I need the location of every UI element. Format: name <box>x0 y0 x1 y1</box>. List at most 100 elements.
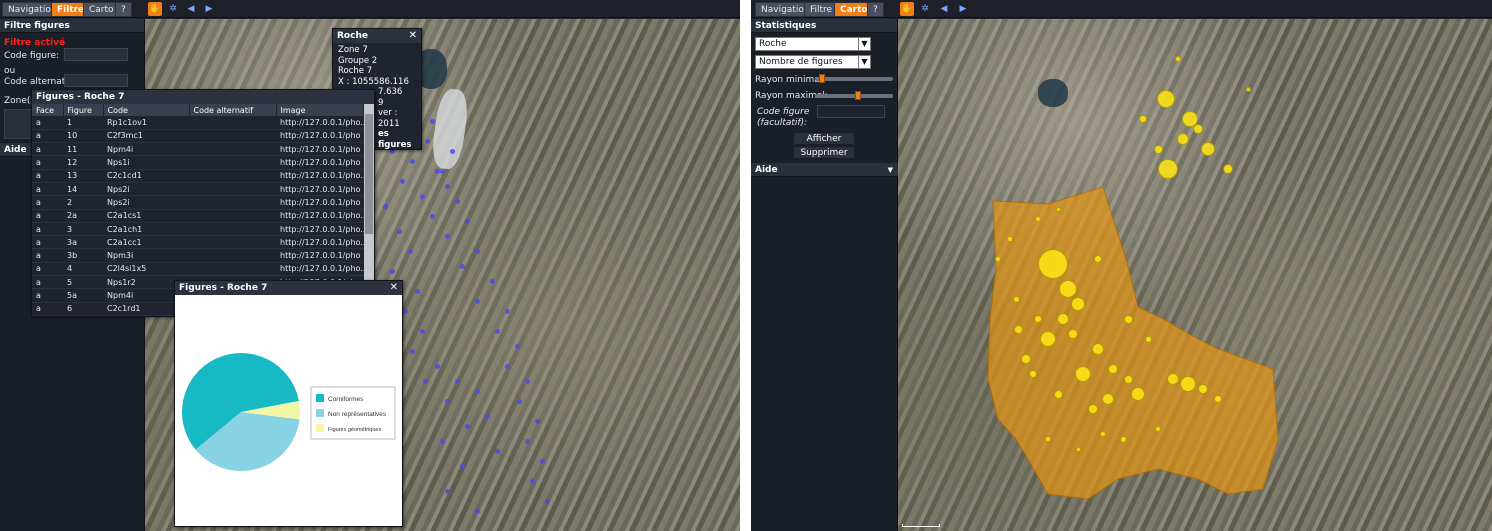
table-row[interactable]: a 2 Nps2i http://127.0.0.1/pho <box>32 195 364 210</box>
table-row[interactable]: a 14 Nps2i http://127.0.0.1/pho <box>32 182 364 197</box>
close-icon[interactable]: ✕ <box>409 29 417 43</box>
proportional-circle[interactable] <box>1198 384 1208 394</box>
col-figure[interactable]: Figure <box>63 104 104 116</box>
map-point[interactable] <box>408 249 413 254</box>
proportional-circle[interactable] <box>1071 297 1085 311</box>
proportional-circle[interactable] <box>1175 56 1181 62</box>
proportional-circle[interactable] <box>1021 354 1031 364</box>
map-point[interactable] <box>475 389 480 394</box>
map-point[interactable] <box>435 364 440 369</box>
map-point[interactable] <box>425 139 430 144</box>
rayon-minimal-slider[interactable] <box>815 74 893 83</box>
map-point[interactable] <box>440 169 445 174</box>
proportional-circle[interactable] <box>1157 90 1175 108</box>
table-row[interactable]: a 12 Nps1i http://127.0.0.1/pho <box>32 155 364 170</box>
slider-handle[interactable] <box>854 91 861 100</box>
proportional-circle[interactable] <box>995 256 1001 262</box>
close-icon[interactable]: ✕ <box>390 281 398 295</box>
map-point[interactable] <box>465 219 470 224</box>
pan-hand-icon[interactable]: ✋ <box>900 2 914 16</box>
map-point[interactable] <box>495 329 500 334</box>
map-point[interactable] <box>475 249 480 254</box>
proportional-circle[interactable] <box>1034 315 1042 323</box>
back-arrow-icon[interactable]: ◀ <box>937 2 951 16</box>
proportional-circle[interactable] <box>1177 133 1189 145</box>
code-alternatif-field[interactable] <box>64 74 128 87</box>
map-point[interactable] <box>485 414 490 419</box>
map-point[interactable] <box>383 204 388 209</box>
proportional-circle[interactable] <box>1012 295 1020 303</box>
gear-icon[interactable]: ✲ <box>166 2 180 16</box>
proportional-circle[interactable] <box>1088 404 1098 414</box>
proportional-circle[interactable] <box>1029 370 1037 378</box>
gear-icon[interactable]: ✲ <box>918 2 932 16</box>
map-point[interactable] <box>475 299 480 304</box>
map-point[interactable] <box>410 159 415 164</box>
map-point[interactable] <box>420 329 425 334</box>
map-point[interactable] <box>440 439 445 444</box>
map-point[interactable] <box>460 264 465 269</box>
map-point[interactable] <box>410 349 415 354</box>
forward-arrow-icon[interactable]: ▶ <box>202 2 216 16</box>
proportional-circle[interactable] <box>1013 324 1023 334</box>
map-point[interactable] <box>515 344 520 349</box>
map-point[interactable] <box>540 459 545 464</box>
statistics-entity-select[interactable]: Roche ▼ <box>755 37 871 51</box>
table-row[interactable]: a 3a C2a1cc1 http://127.0.0.1/pho... <box>32 235 364 250</box>
proportional-circle[interactable] <box>1038 249 1068 279</box>
code-figure-field[interactable] <box>817 105 885 118</box>
proportional-circle[interactable] <box>1201 142 1215 156</box>
map-point[interactable] <box>530 479 535 484</box>
table-row[interactable]: a 3 C2a1ch1 http://127.0.0.1/pho... <box>32 222 364 237</box>
proportional-circle[interactable] <box>1193 124 1203 134</box>
map-point[interactable] <box>430 214 435 219</box>
map-point[interactable] <box>455 379 460 384</box>
map-point[interactable] <box>445 399 450 404</box>
map-point[interactable] <box>390 269 395 274</box>
proportional-circle[interactable] <box>1123 374 1133 384</box>
map-point[interactable] <box>490 279 495 284</box>
proportional-circle[interactable] <box>1092 343 1104 355</box>
map-point[interactable] <box>495 449 500 454</box>
map-point[interactable] <box>420 194 425 199</box>
pan-hand-icon[interactable]: ✋ <box>148 2 162 16</box>
map-point[interactable] <box>400 179 405 184</box>
table-row[interactable]: a 13 C2c1cd1 http://127.0.0.1/pho... <box>32 169 364 183</box>
map-point[interactable] <box>397 229 402 234</box>
map-point[interactable] <box>535 419 540 424</box>
map-point[interactable] <box>430 119 435 124</box>
proportional-circle[interactable] <box>1214 395 1222 403</box>
map-point[interactable] <box>423 379 428 384</box>
tab-filtre[interactable]: Filtre <box>804 2 839 17</box>
col-image[interactable]: Image <box>276 104 364 116</box>
proportional-circle[interactable] <box>1100 431 1106 437</box>
proportional-circle[interactable] <box>1057 313 1069 325</box>
proportional-circle[interactable] <box>1155 426 1161 432</box>
tab-help[interactable]: ? <box>115 2 132 17</box>
map-point[interactable] <box>545 499 550 504</box>
proportional-circle[interactable] <box>1223 164 1233 174</box>
map-point[interactable] <box>403 309 408 314</box>
map-point[interactable] <box>455 199 460 204</box>
map-point[interactable] <box>445 234 450 239</box>
code-figure-field[interactable] <box>64 48 128 61</box>
map-point[interactable] <box>475 509 480 514</box>
proportional-circle[interactable] <box>1068 329 1078 339</box>
map-point[interactable] <box>450 149 455 154</box>
slider-handle[interactable] <box>818 74 825 83</box>
col-code[interactable]: Code <box>103 104 190 116</box>
zone-polygon[interactable] <box>987 186 1279 500</box>
map-view[interactable] <box>898 19 1492 531</box>
map-point[interactable] <box>525 439 530 444</box>
supprimer-button[interactable]: Supprimer <box>793 146 855 159</box>
proportional-circle[interactable] <box>1045 436 1051 442</box>
tab-help[interactable]: ? <box>867 2 884 17</box>
proportional-circle[interactable] <box>1158 159 1178 179</box>
proportional-circle[interactable] <box>1131 387 1145 401</box>
table-row[interactable]: a 11 Npm4i http://127.0.0.1/pho <box>32 142 364 157</box>
proportional-circle[interactable] <box>1059 280 1077 298</box>
table-row[interactable]: a 4 C2l4si1x5 http://127.0.0.1/pho... <box>32 262 364 277</box>
proportional-circle[interactable] <box>1102 393 1114 405</box>
proportional-circle[interactable] <box>1245 86 1251 92</box>
proportional-circle[interactable] <box>1167 373 1179 385</box>
